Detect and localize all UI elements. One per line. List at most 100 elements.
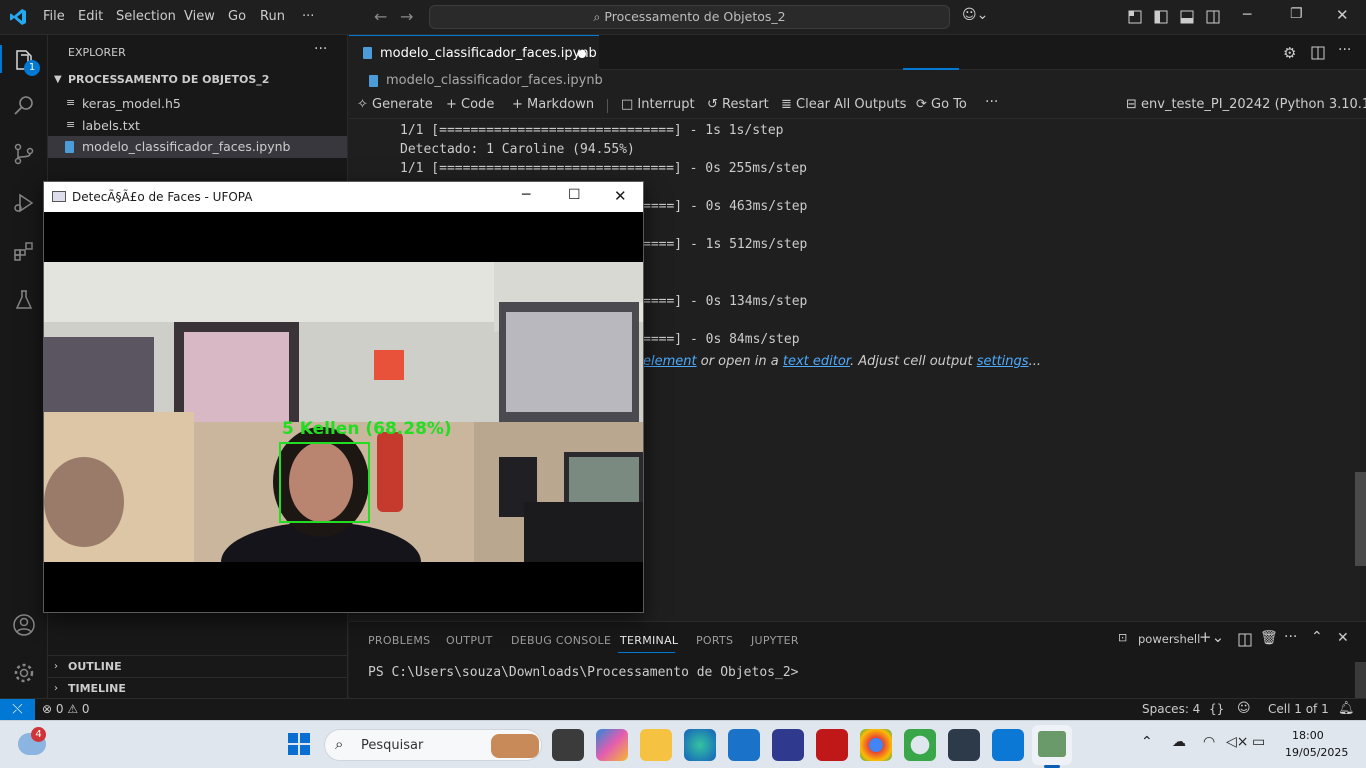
- terminal-scrollbar[interactable]: [1355, 662, 1366, 698]
- close-panel-icon[interactable]: ✕: [1337, 630, 1349, 646]
- file-item-notebook[interactable]: modelo_classificador_faces.ipynb: [48, 136, 347, 158]
- generate-button[interactable]: ✧ Generate: [357, 97, 433, 112]
- copilot-app-icon[interactable]: [596, 729, 628, 761]
- vscode-taskbar-icon[interactable]: [992, 729, 1024, 761]
- outline-section[interactable]: OUTLINE: [68, 660, 122, 673]
- settings-gear-icon[interactable]: [12, 661, 36, 685]
- minimize-icon[interactable]: ─: [522, 187, 530, 203]
- close-icon[interactable]: ✕: [614, 187, 627, 205]
- open-element-link[interactable]: element: [643, 354, 697, 369]
- menu-view[interactable]: View: [184, 9, 215, 24]
- accounts-icon[interactable]: [12, 613, 36, 637]
- clock-time[interactable]: 18:00: [1292, 729, 1324, 742]
- gear-icon[interactable]: ⚙: [1283, 44, 1296, 62]
- add-code-button[interactable]: + Code: [446, 97, 494, 112]
- tab-output[interactable]: OUTPUT: [446, 634, 493, 647]
- onedrive-icon[interactable]: ☁: [1172, 734, 1186, 750]
- forward-arrow-icon[interactable]: →: [400, 7, 413, 26]
- file-explorer-icon[interactable]: [640, 729, 672, 761]
- maximize-panel-icon[interactable]: ⌃: [1311, 629, 1323, 645]
- file-item-labels[interactable]: ≡ labels.txt: [48, 115, 348, 137]
- restart-button[interactable]: ↺ Restart: [707, 97, 769, 112]
- command-center-search[interactable]: ⌕ Processamento de Objetos_2: [429, 5, 950, 29]
- warning-icon: ⚠: [67, 702, 82, 716]
- problems-status[interactable]: ⊗ 0 ⚠ 0: [42, 702, 90, 716]
- restore-icon[interactable]: ❐: [1290, 6, 1303, 22]
- breadcrumb[interactable]: modelo_classificador_faces.ipynb: [386, 73, 603, 88]
- more-actions-icon[interactable]: ···: [1338, 42, 1351, 58]
- indentation-status[interactable]: Spaces: 4: [1142, 702, 1200, 716]
- minimize-icon[interactable]: ─: [1243, 7, 1251, 23]
- goto-button[interactable]: ⟳ Go To: [916, 97, 967, 112]
- back-arrow-icon[interactable]: ←: [374, 7, 387, 26]
- mcafee-icon[interactable]: [816, 729, 848, 761]
- app-icon[interactable]: [904, 729, 936, 761]
- tab-jupyter[interactable]: JUPYTER: [751, 634, 799, 647]
- tab-terminal[interactable]: TERMINAL: [620, 634, 678, 647]
- copilot-status-icon[interactable]: ☺: [1237, 701, 1251, 716]
- wifi-icon[interactable]: ◠: [1203, 734, 1215, 750]
- battery-icon[interactable]: ▭: [1252, 734, 1265, 750]
- clock-date[interactable]: 19/05/2025: [1285, 746, 1348, 759]
- clear-outputs-button[interactable]: ≣ Clear All Outputs: [781, 97, 906, 112]
- file-item-keras-model[interactable]: ≡ keras_model.h5: [48, 93, 348, 115]
- edge-browser-icon[interactable]: [684, 729, 716, 761]
- explorer-more-icon[interactable]: ···: [314, 41, 327, 57]
- workspace-folder[interactable]: PROCESSAMENTO DE OBJETOS_2: [68, 73, 269, 86]
- customize-layout-icon[interactable]: [1128, 10, 1142, 24]
- add-markdown-button[interactable]: + Markdown: [512, 97, 594, 112]
- menu-file[interactable]: File: [43, 9, 65, 24]
- extensions-icon[interactable]: [12, 240, 36, 264]
- remote-icon[interactable]: ⤬: [0, 699, 35, 721]
- close-icon[interactable]: ✕: [1336, 6, 1349, 24]
- app-icon[interactable]: [772, 729, 804, 761]
- tab-debug-console[interactable]: DEBUG CONSOLE: [511, 634, 611, 647]
- split-editor-icon[interactable]: [1311, 46, 1325, 60]
- text-editor-link[interactable]: text editor: [783, 354, 850, 369]
- tray-chevron-up-icon[interactable]: ⌃: [1141, 734, 1153, 750]
- app-icon[interactable]: [948, 729, 980, 761]
- testing-flask-icon[interactable]: [12, 288, 36, 312]
- menu-run[interactable]: Run: [260, 9, 285, 24]
- toggle-panel-icon[interactable]: [1180, 10, 1194, 24]
- copilot-icon[interactable]: ☺⌄: [962, 7, 988, 23]
- kernel-picker[interactable]: ⊟ env_teste_PI_20242 (Python 3.10.13): [1126, 97, 1366, 112]
- source-control-icon[interactable]: [12, 142, 36, 166]
- tab-notebook[interactable]: modelo_classificador_faces.ipynb: [349, 35, 599, 70]
- interrupt-button[interactable]: □ Interrupt: [621, 97, 695, 112]
- chevron-down-icon[interactable]: ▼: [54, 74, 62, 85]
- bell-icon[interactable]: 🔔︎: [1338, 701, 1355, 716]
- unsaved-dot-icon[interactable]: [578, 50, 586, 58]
- active-app-highlight[interactable]: [1032, 725, 1072, 765]
- toolbar-more-icon[interactable]: ···: [985, 94, 998, 110]
- run-debug-icon[interactable]: [12, 191, 36, 215]
- menu-selection[interactable]: Selection: [116, 9, 176, 24]
- cell-indicator[interactable]: Cell 1 of 1: [1268, 702, 1329, 716]
- menu-edit[interactable]: Edit: [78, 9, 103, 24]
- settings-link[interactable]: settings: [977, 354, 1029, 369]
- search-icon[interactable]: [12, 93, 36, 117]
- toggle-sidebar-icon[interactable]: [1154, 10, 1168, 24]
- taskbar-search-box[interactable]: ⌕ Pesquisar: [324, 729, 542, 761]
- terminal-prompt[interactable]: PS C:\Users\souza\Downloads\Processament…: [368, 665, 798, 680]
- terminal-icon: ⊡: [1118, 631, 1128, 644]
- store-icon[interactable]: [728, 729, 760, 761]
- windows-start-icon[interactable]: [288, 733, 310, 755]
- panel-more-icon[interactable]: ···: [1284, 629, 1297, 645]
- new-terminal-icon[interactable]: +⌄: [1199, 628, 1224, 646]
- scrollbar-thumb[interactable]: [1355, 472, 1366, 566]
- timeline-section[interactable]: TIMELINE: [68, 682, 126, 695]
- terminal-shell-label[interactable]: powershell: [1138, 632, 1200, 646]
- tab-ports[interactable]: PORTS: [696, 634, 733, 647]
- tab-problems[interactable]: PROBLEMS: [368, 634, 430, 647]
- language-braces[interactable]: {}: [1209, 702, 1224, 716]
- volume-muted-icon[interactable]: ◁×: [1226, 734, 1249, 750]
- trash-icon[interactable]: 🗑: [1260, 630, 1278, 646]
- maximize-icon[interactable]: ☐: [568, 187, 581, 203]
- menu-go[interactable]: Go: [228, 9, 246, 24]
- menu-more[interactable]: ···: [302, 9, 314, 24]
- chrome-icon[interactable]: [860, 729, 892, 761]
- split-terminal-icon[interactable]: [1238, 633, 1252, 647]
- toggle-secondary-sidebar-icon[interactable]: [1206, 10, 1220, 24]
- task-view-icon[interactable]: [552, 729, 584, 761]
